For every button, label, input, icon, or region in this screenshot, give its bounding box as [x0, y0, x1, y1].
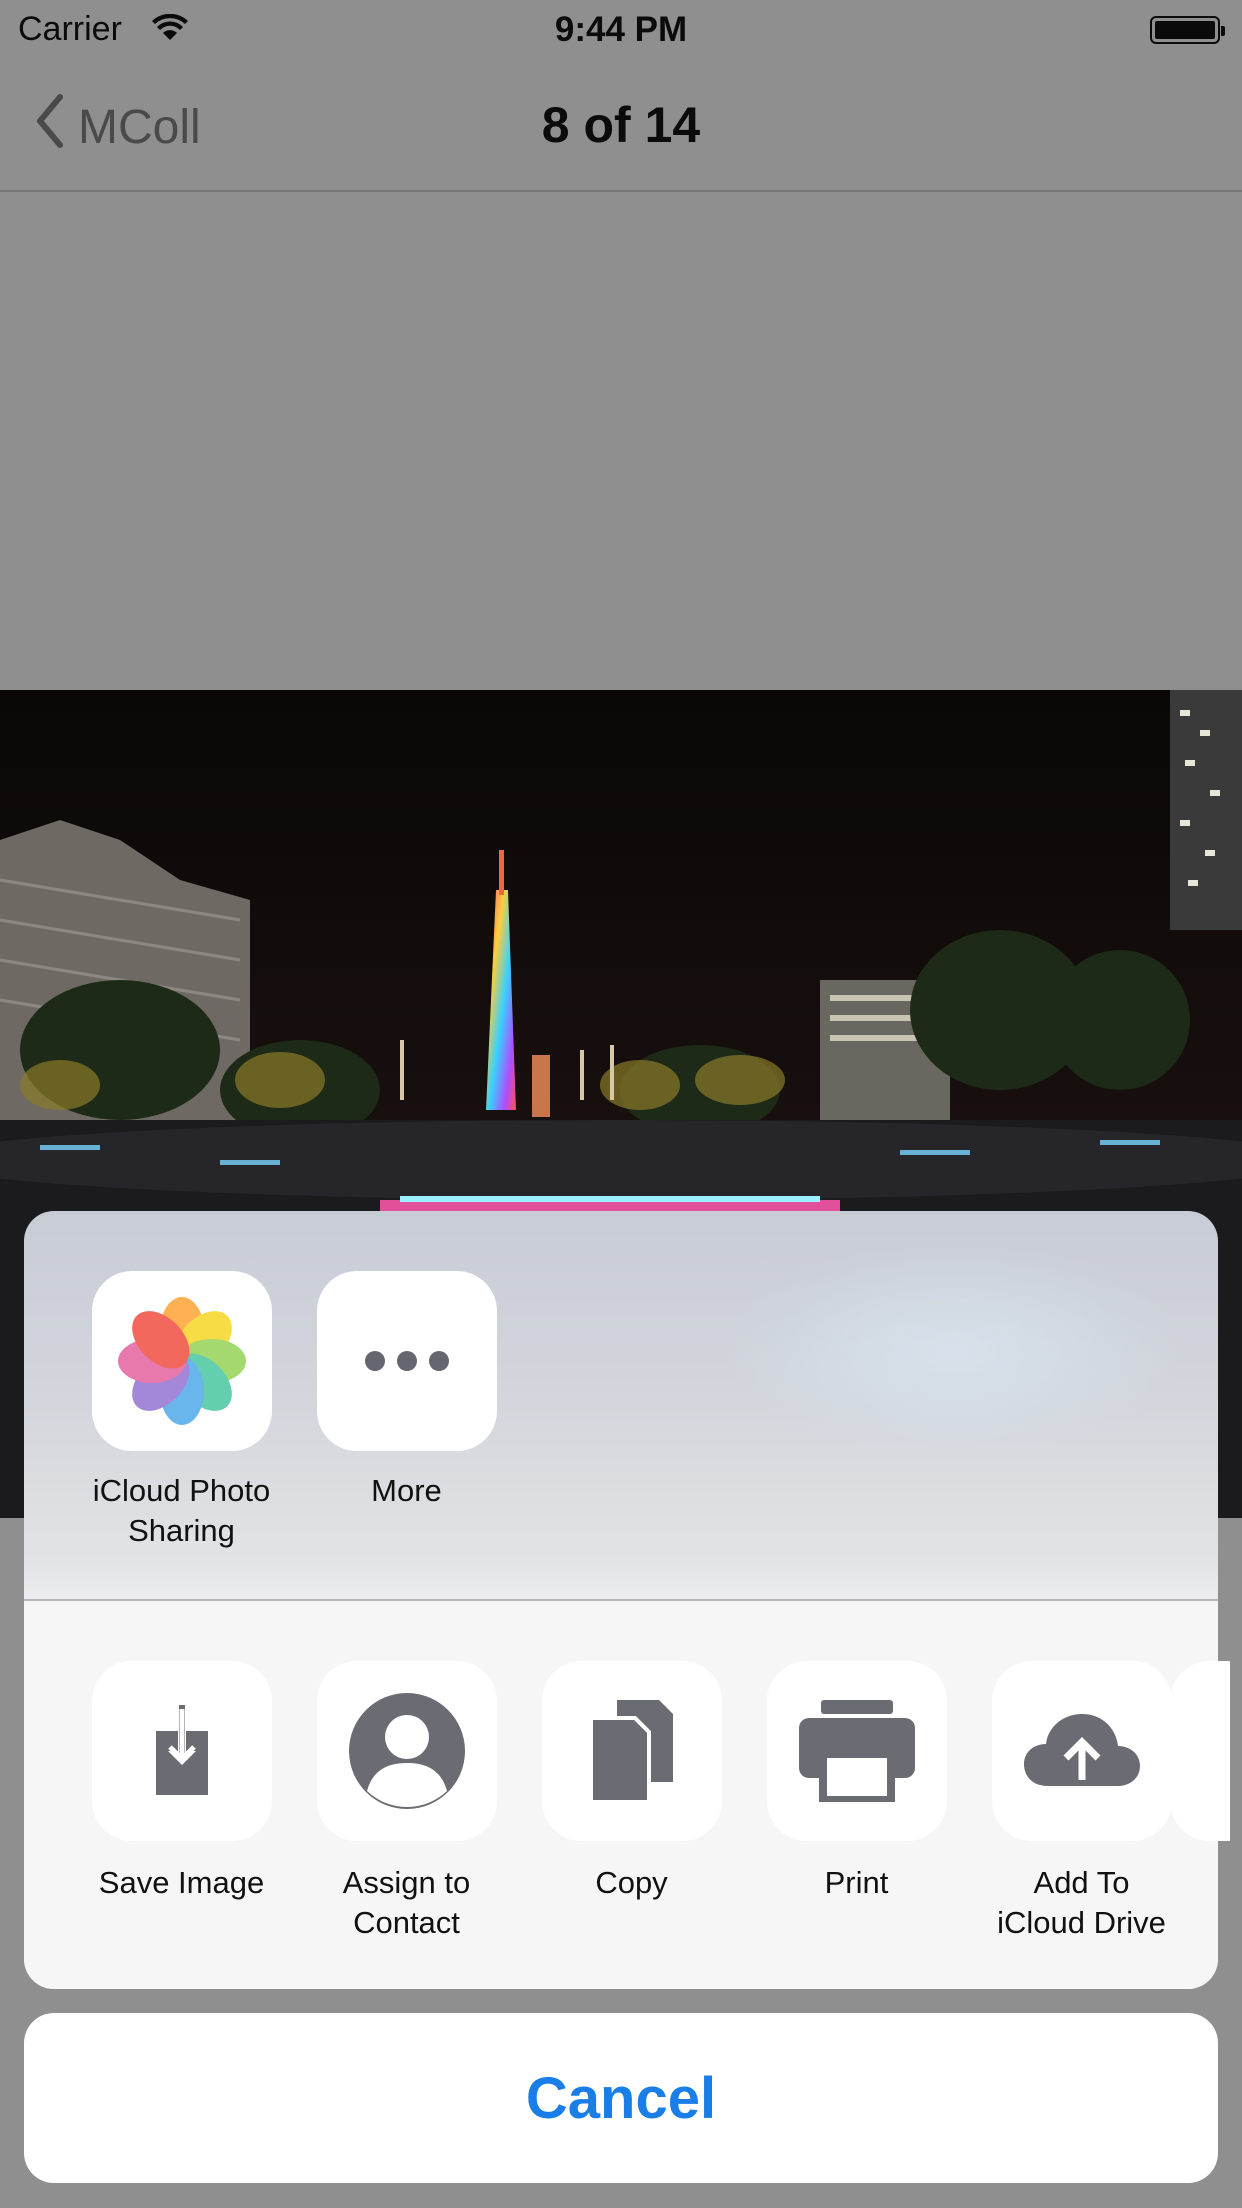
- page-title: 8 of 14: [541, 97, 701, 153]
- action-next-partial[interactable]: [1170, 1661, 1230, 1841]
- action-label: Copy: [595, 1865, 668, 1900]
- icloud-upload-icon[interactable]: [991, 1661, 1172, 1841]
- action-label: Save Image: [98, 1865, 265, 1900]
- action-label: Assign to Contact: [342, 1865, 471, 1940]
- action-assign-to-contact[interactable]: Assign to Contact: [294, 1661, 519, 1943]
- status-bar: Carrier 9:44 PM: [0, 0, 1242, 60]
- cancel-label: Cancel: [525, 2065, 717, 2131]
- cancel-button[interactable]: Cancel: [24, 2013, 1218, 2183]
- action-add-to-icloud-drive[interactable]: Add To iCloud Drive: [969, 1661, 1194, 1943]
- print-icon[interactable]: [766, 1661, 947, 1841]
- action-save-image[interactable]: Save Image: [69, 1661, 294, 1903]
- clock: 9:44 PM: [554, 10, 688, 49]
- share-app-icloud-photo-sharing[interactable]: iCloud Photo Sharing: [69, 1271, 294, 1551]
- action-print[interactable]: Print: [744, 1661, 969, 1903]
- action-copy[interactable]: Copy: [519, 1661, 744, 1903]
- action-label: Print: [824, 1865, 889, 1900]
- contact-icon[interactable]: [316, 1661, 497, 1841]
- photos-app-icon[interactable]: [91, 1271, 272, 1451]
- more-dots-icon[interactable]: [316, 1271, 497, 1451]
- action-label: Add To iCloud Drive: [997, 1865, 1166, 1940]
- copy-icon[interactable]: [541, 1661, 722, 1841]
- battery-icon: [1150, 16, 1225, 44]
- share-app-label: iCloud Photo Sharing: [92, 1473, 271, 1548]
- save-image-icon[interactable]: [91, 1661, 272, 1841]
- navigation-bar: MColl 8 of 14: [0, 60, 1242, 192]
- share-app-label: More: [371, 1473, 442, 1508]
- share-sheet: iCloud Photo Sharing More Save Image Ass…: [24, 1211, 1218, 1989]
- share-app-more[interactable]: More: [294, 1271, 519, 1511]
